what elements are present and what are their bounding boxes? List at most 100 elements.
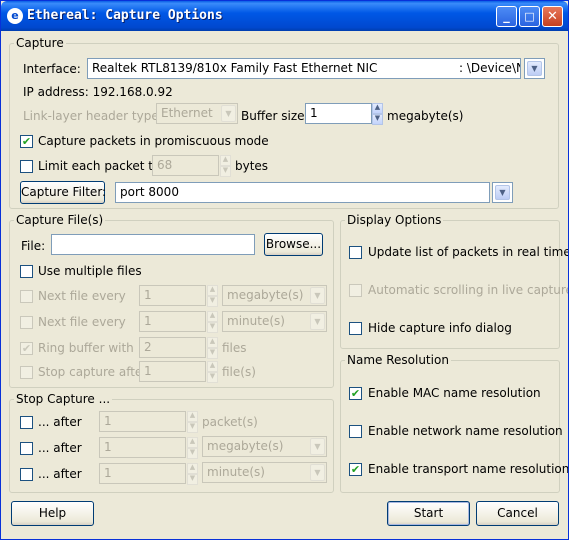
capture-filter-input[interactable]: port 8000 — [115, 182, 490, 203]
stop-after-files-checkbox — [20, 366, 33, 379]
limit-packet-checkbox[interactable] — [20, 160, 33, 173]
use-multiple-files-checkbox[interactable] — [20, 265, 33, 278]
network-resolution-label[interactable]: Enable network name resolution — [368, 424, 563, 438]
spin-down-icon: ▼ — [220, 166, 231, 177]
stop-megabytes-label[interactable]: ... after — [38, 441, 82, 455]
stop-capture-group-title: Stop Capture ... — [14, 392, 113, 406]
maximize-button[interactable]: □ — [519, 6, 540, 27]
hide-info-checkbox[interactable] — [349, 322, 362, 335]
title-bar[interactable]: e Ethereal: Capture Options _ □ ✕ — [1, 1, 568, 31]
network-resolution-checkbox[interactable] — [349, 425, 362, 438]
spin-up-icon[interactable]: ▲ — [372, 103, 383, 114]
next-file-size-spinner: ▲ ▼ — [207, 285, 218, 307]
spin-down-icon: ▼ — [187, 474, 198, 485]
next-file-size-checkbox — [20, 290, 33, 303]
update-realtime-label[interactable]: Update list of packets in real time — [368, 245, 568, 259]
update-realtime-checkbox[interactable] — [349, 246, 362, 259]
spin-up-icon: ▲ — [207, 337, 218, 348]
chevron-down-icon: ▼ — [221, 105, 236, 122]
stop-packets-checkbox[interactable] — [20, 416, 33, 429]
chevron-down-icon: ▼ — [310, 438, 325, 455]
browse-button[interactable]: Browse... — [264, 233, 323, 256]
capture-filter-dropdown-button[interactable]: ▼ — [492, 182, 513, 203]
chevron-down-icon: ▼ — [310, 313, 325, 330]
ring-buffer-input: 2 — [139, 337, 206, 358]
limit-packet-spinner: ▲ ▼ — [220, 155, 231, 177]
stop-after-files-unit: file(s) — [222, 365, 256, 379]
stop-after-files-spinner: ▲ ▼ — [207, 361, 218, 383]
window-title: Ethereal: Capture Options — [27, 8, 223, 23]
stop-minutes-unit-select: minute(s) ▼ — [202, 462, 327, 483]
stop-after-files-input: 1 — [139, 361, 206, 382]
mac-resolution-checkbox[interactable]: ✔ — [349, 387, 362, 400]
ring-buffer-checkbox: ✔ — [20, 342, 33, 355]
interface-value: Realtek RTL8139/810x Family Fast Etherne… — [92, 61, 378, 75]
stop-megabytes-unit-select: megabyte(s) ▼ — [202, 436, 327, 457]
spin-up-icon: ▲ — [187, 437, 198, 448]
mac-resolution-label[interactable]: Enable MAC name resolution — [368, 386, 541, 400]
capture-filter-button[interactable]: Capture Filter: — [20, 181, 106, 204]
stop-packets-input: 1 — [99, 411, 186, 432]
next-file-size-input: 1 — [139, 285, 206, 306]
stop-megabytes-unit: megabyte(s) — [207, 439, 284, 453]
next-file-time-spinner: ▲ ▼ — [207, 311, 218, 333]
ethereal-app-icon: e — [7, 8, 23, 24]
next-file-time-unit-select: minute(s) ▼ — [222, 311, 327, 332]
spin-up-icon: ▲ — [220, 155, 231, 166]
spin-down-icon: ▼ — [207, 348, 218, 359]
buffer-size-label: Buffer size: — [241, 109, 309, 123]
next-file-time-input: 1 — [139, 311, 206, 332]
limit-packet-label[interactable]: Limit each packet to — [38, 159, 160, 173]
display-options-group-title: Display Options — [345, 213, 444, 227]
auto-scroll-label: Automatic scrolling in live capture — [368, 283, 569, 297]
name-resolution-group-title: Name Resolution — [345, 353, 451, 367]
stop-packets-spinner: ▲ ▼ — [187, 411, 198, 433]
transport-resolution-label[interactable]: Enable transport name resolution — [368, 462, 568, 476]
next-file-time-label: Next file every — [38, 315, 126, 329]
next-file-size-unit-select: megabyte(s) ▼ — [222, 285, 327, 306]
chevron-down-icon: ▼ — [495, 185, 510, 200]
buffer-size-spinner[interactable]: ▲ ▼ — [372, 103, 383, 125]
file-input[interactable] — [51, 234, 255, 255]
limit-packet-input: 68 — [152, 155, 219, 176]
promiscuous-label[interactable]: Capture packets in promiscuous mode — [38, 134, 269, 148]
link-layer-label: Link-layer header type: — [23, 109, 163, 123]
capture-files-group-title: Capture File(s) — [14, 213, 106, 227]
stop-packets-label[interactable]: ... after — [38, 415, 82, 429]
help-button[interactable]: Help — [11, 501, 94, 526]
spin-down-icon[interactable]: ▼ — [372, 114, 383, 125]
stop-minutes-unit: minute(s) — [207, 465, 265, 479]
spin-down-icon: ▼ — [207, 372, 218, 383]
ring-buffer-label: Ring buffer with — [38, 341, 134, 355]
hide-info-label[interactable]: Hide capture info dialog — [368, 321, 512, 335]
spin-down-icon: ▼ — [187, 448, 198, 459]
close-button[interactable]: ✕ — [542, 6, 563, 27]
stop-minutes-label[interactable]: ... after — [38, 467, 82, 481]
stop-minutes-input: 1 — [99, 463, 186, 484]
chevron-down-icon: ▼ — [527, 61, 542, 76]
spin-down-icon: ▼ — [187, 422, 198, 433]
start-button[interactable]: Start — [387, 501, 470, 526]
interface-dropdown-button[interactable]: ▼ — [524, 58, 545, 79]
interface-label: Interface: — [23, 62, 81, 76]
use-multiple-files-label[interactable]: Use multiple files — [38, 264, 142, 278]
spin-up-icon: ▲ — [187, 463, 198, 474]
capture-group-title: Capture — [14, 36, 66, 50]
chevron-down-icon: ▼ — [310, 464, 325, 481]
stop-minutes-checkbox[interactable] — [20, 468, 33, 481]
minimize-button[interactable]: _ — [496, 6, 517, 27]
spin-up-icon: ▲ — [207, 361, 218, 372]
next-file-time-checkbox — [20, 316, 33, 329]
cancel-button[interactable]: Cancel — [476, 501, 559, 526]
stop-megabytes-checkbox[interactable] — [20, 442, 33, 455]
stop-megabytes-input: 1 — [99, 437, 186, 458]
link-layer-value: Ethernet — [161, 106, 213, 120]
chevron-down-icon: ▼ — [310, 287, 325, 304]
capture-options-dialog: e Ethereal: Capture Options _ □ ✕ Captur… — [0, 0, 569, 540]
transport-resolution-checkbox[interactable]: ✔ — [349, 463, 362, 476]
auto-scroll-checkbox — [349, 284, 362, 297]
promiscuous-checkbox[interactable]: ✔ — [20, 135, 33, 148]
spin-down-icon: ▼ — [207, 322, 218, 333]
buffer-size-input[interactable]: 1 — [305, 103, 372, 124]
interface-combo[interactable]: Realtek RTL8139/810x Family Fast Etherne… — [87, 58, 521, 79]
